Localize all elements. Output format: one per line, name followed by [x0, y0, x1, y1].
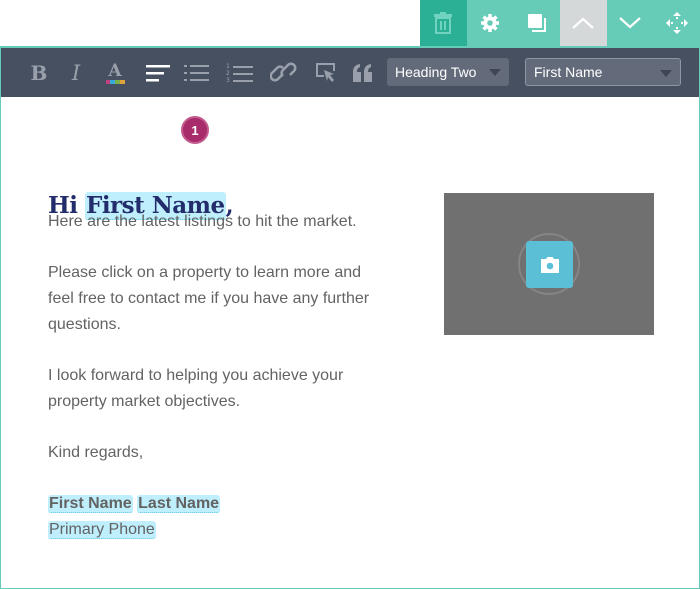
- quote-button[interactable]: [353, 56, 373, 90]
- gear-icon: [480, 14, 499, 32]
- italic-button[interactable]: I: [67, 56, 85, 90]
- svg-text:3: 3: [226, 77, 230, 84]
- settings-button[interactable]: [466, 0, 514, 46]
- bullet-list-icon: [183, 65, 209, 81]
- copy-icon: [527, 14, 546, 32]
- camera-icon: [540, 256, 559, 273]
- email-editor: B I A 123 Heading Two First Name Hi Firs…: [0, 46, 700, 589]
- merge-tag-last-name[interactable]: Last Name: [137, 495, 221, 513]
- bullet-list-button[interactable]: [183, 56, 209, 90]
- link-button[interactable]: [269, 56, 299, 90]
- merge-tag-first-name[interactable]: First Name: [48, 495, 133, 513]
- cursor-box-icon: [316, 63, 335, 82]
- format-toolbar: B I A 123 Heading Two First Name: [1, 46, 699, 97]
- upload-image-button[interactable]: [526, 241, 573, 288]
- svg-text:1: 1: [226, 63, 230, 70]
- merge-field-select[interactable]: First Name: [525, 58, 681, 86]
- trash-icon: [434, 12, 453, 34]
- chevron-down-icon: [660, 70, 672, 77]
- block-toolbar: [420, 0, 700, 46]
- color-swatch-bar: [105, 79, 125, 84]
- quote-icon: [353, 64, 372, 82]
- numbered-list-icon: 123: [226, 63, 253, 84]
- merge-tag-primary-phone[interactable]: Primary Phone: [48, 521, 156, 539]
- heading-select[interactable]: Heading Two: [387, 58, 509, 86]
- text-color-button[interactable]: A: [103, 56, 127, 90]
- italic-icon: I: [71, 61, 81, 85]
- bold-icon: B: [30, 61, 48, 85]
- move-down-button[interactable]: [606, 0, 654, 46]
- svg-text:2: 2: [226, 70, 230, 77]
- align-button[interactable]: [145, 56, 171, 90]
- move-up-button[interactable]: [559, 0, 607, 46]
- chevron-down-icon: [489, 69, 501, 76]
- drag-button[interactable]: [653, 0, 700, 46]
- text-color-icon: A: [108, 60, 122, 81]
- signature-phone: Primary Phone: [48, 517, 408, 543]
- button-insert-button[interactable]: [315, 56, 337, 90]
- notification-badge: 1: [181, 116, 209, 144]
- paragraph[interactable]: Please click on a property to learn more…: [48, 260, 388, 338]
- duplicate-button[interactable]: [513, 0, 560, 46]
- align-left-icon: [146, 65, 170, 82]
- chevron-down-icon: [619, 17, 641, 29]
- trash-button[interactable]: [420, 0, 467, 46]
- bold-button[interactable]: B: [29, 56, 49, 90]
- move-icon: [665, 12, 688, 34]
- chevron-up-icon: [572, 17, 595, 29]
- numbered-list-button[interactable]: 123: [225, 56, 253, 90]
- paragraph[interactable]: Kind regards,: [48, 440, 408, 466]
- image-placeholder[interactable]: [444, 193, 654, 335]
- link-icon: [270, 62, 297, 82]
- signature-name: First Name Last Name: [48, 491, 408, 517]
- email-body: Hi First Name, 1 Here are the latest lis…: [1, 97, 699, 588]
- paragraph[interactable]: Here are the latest listings to hit the …: [48, 209, 408, 235]
- paragraph[interactable]: I look forward to helping you achieve yo…: [48, 363, 368, 415]
